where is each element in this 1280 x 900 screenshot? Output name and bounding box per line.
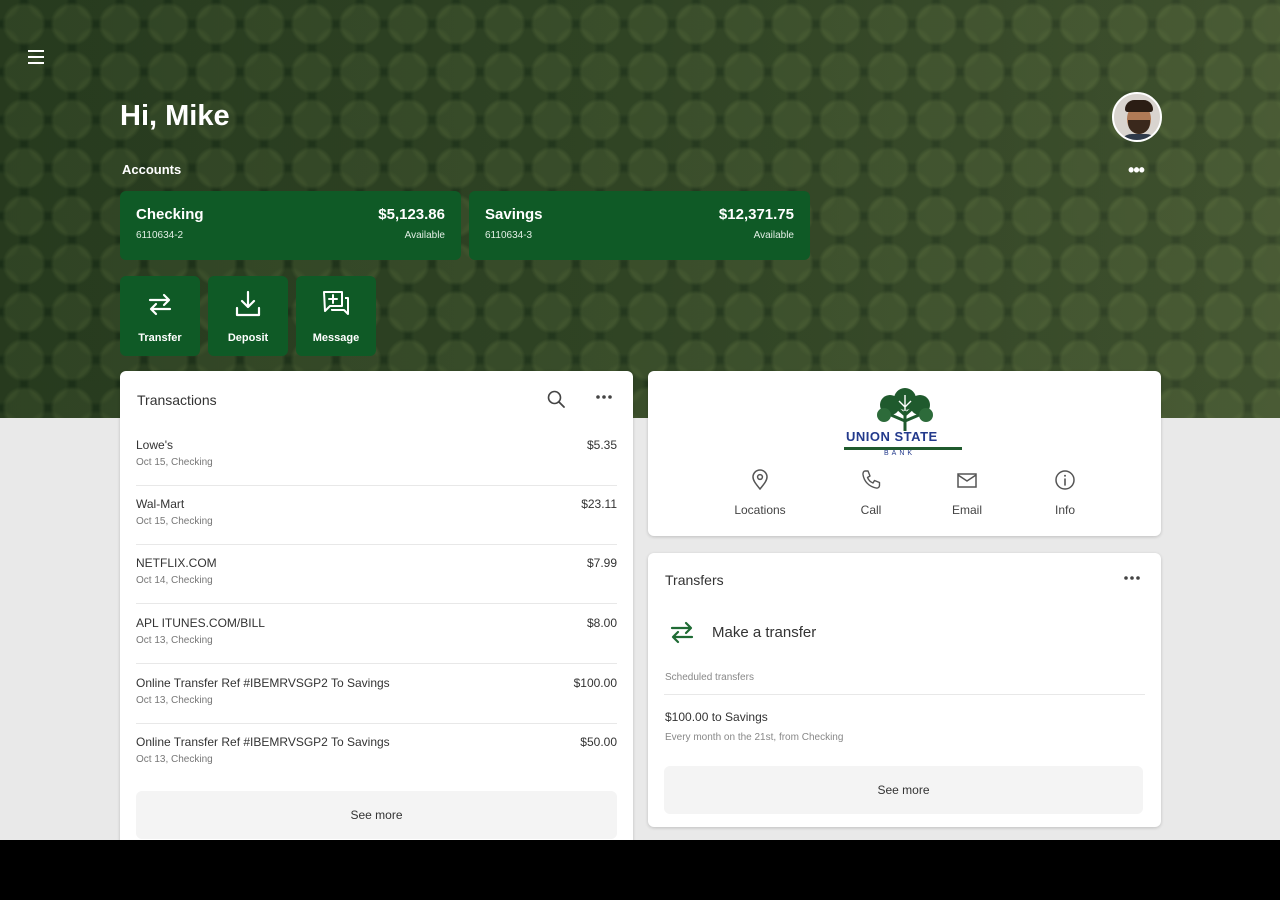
account-balance: $12,371.75 [718, 206, 794, 223]
transactions-title: Transactions [137, 392, 217, 408]
chat-plus-icon [323, 291, 349, 315]
transaction-amount: $23.11 [581, 497, 617, 511]
transactions-see-more-button[interactable]: See more [136, 791, 617, 839]
locations-link[interactable]: Locations [720, 468, 800, 520]
info-link[interactable]: Info [1025, 468, 1105, 520]
call-label: Call [860, 503, 882, 517]
account-status: Available [753, 230, 794, 241]
transfers-title: Transfers [665, 572, 724, 588]
transaction-merchant: APL ITUNES.COM/BILL [136, 616, 265, 630]
email-icon [957, 473, 977, 488]
transaction-detail: Oct 13, Checking [136, 635, 213, 646]
transaction-detail: Oct 13, Checking [136, 754, 213, 765]
scheduled-transfers-label: Scheduled transfers [665, 672, 754, 683]
transaction-amount: $7.99 [586, 556, 617, 570]
email-label: Email [951, 503, 982, 517]
avatar[interactable] [1112, 92, 1162, 142]
make-transfer-button[interactable]: Make a transfer [664, 611, 1134, 655]
account-number: 6110634-2 [136, 230, 184, 241]
search-icon[interactable] [546, 389, 566, 409]
transfer-arrows-icon [148, 293, 172, 316]
deposit-button[interactable]: Deposit [208, 276, 288, 356]
app-window: Hi, Mike Accounts ••• Checking 6110634-2… [0, 0, 1280, 840]
transfers-card: Transfers Make a transfer Scheduled tran… [648, 553, 1161, 827]
transaction-amount: $50.00 [580, 735, 617, 749]
transactions-card: Transactions Lowe's Oct 15, Checking $5.… [120, 371, 633, 840]
transaction-row[interactable]: NETFLIX.COM Oct 14, Checking $7.99 [136, 545, 617, 604]
transaction-amount: $5.35 [586, 438, 617, 452]
transfer-label: Transfer [138, 332, 182, 344]
transaction-detail: Oct 14, Checking [136, 575, 213, 586]
account-number: 6110634-3 [485, 230, 533, 241]
info-icon [1055, 470, 1075, 490]
accounts-label: Accounts [122, 162, 182, 177]
hamburger-icon[interactable] [26, 47, 46, 67]
transaction-merchant: Lowe's [136, 438, 173, 452]
call-link[interactable]: Call [831, 468, 911, 520]
scheduled-transfer-item[interactable]: $100.00 to Savings Every month on the 21… [665, 710, 843, 743]
transaction-row[interactable]: Online Transfer Ref #IBEMRVSGP2 To Savin… [136, 665, 617, 724]
bank-logo: UNION STATE BANK [844, 385, 966, 457]
transaction-amount: $8.00 [586, 616, 617, 630]
transfers-see-more-button[interactable]: See more [664, 766, 1143, 814]
scheduled-transfer-subtitle: Every month on the 21st, from Checking [665, 732, 844, 743]
more-horizontal-icon[interactable]: ••• [1124, 160, 1148, 180]
account-name: Savings [485, 206, 543, 223]
transaction-merchant: Online Transfer Ref #IBEMRVSGP2 To Savin… [136, 676, 390, 690]
transaction-row[interactable]: Lowe's Oct 15, Checking $5.35 [136, 427, 617, 486]
transaction-detail: Oct 15, Checking [136, 516, 213, 527]
transfer-button[interactable]: Transfer [120, 276, 200, 356]
account-name: Checking [136, 206, 204, 223]
message-button[interactable]: Message [296, 276, 376, 356]
email-link[interactable]: Email [927, 468, 1007, 520]
info-label: Info [1054, 503, 1075, 517]
more-horizontal-icon[interactable] [1121, 570, 1143, 586]
transaction-merchant: NETFLIX.COM [136, 556, 217, 570]
account-card-savings[interactable]: Savings 6110634-3 $12,371.75 Available [469, 191, 810, 260]
transaction-row[interactable]: APL ITUNES.COM/BILL Oct 13, Checking $8.… [136, 605, 617, 664]
more-horizontal-icon[interactable] [593, 389, 615, 405]
account-balance: $5,123.86 [378, 206, 445, 223]
account-card-checking[interactable]: Checking 6110634-2 $5,123.86 Available [120, 191, 461, 260]
transaction-detail: Oct 15, Checking [136, 457, 213, 468]
bank-logo-text: UNION STATE [846, 429, 938, 444]
scheduled-transfer-title: $100.00 to Savings [665, 710, 768, 724]
phone-icon [862, 470, 881, 489]
transaction-row[interactable]: Online Transfer Ref #IBEMRVSGP2 To Savin… [136, 724, 617, 783]
make-transfer-label: Make a transfer [712, 624, 817, 641]
transaction-detail: Oct 13, Checking [136, 695, 213, 706]
transaction-amount: $100.00 [573, 676, 617, 690]
message-label: Message [312, 332, 360, 344]
bank-logo-tagline: BANK [884, 450, 916, 457]
tree-logo-icon [877, 388, 933, 431]
transfer-arrows-icon [670, 621, 694, 644]
bank-info-card: UNION STATE BANK Locations Call Email In… [648, 371, 1161, 536]
transaction-merchant: Wal-Mart [136, 497, 185, 511]
divider [664, 694, 1145, 695]
transaction-row[interactable]: Wal-Mart Oct 15, Checking $23.11 [136, 486, 617, 545]
transaction-merchant: Online Transfer Ref #IBEMRVSGP2 To Savin… [136, 735, 390, 749]
deposit-label: Deposit [227, 332, 269, 344]
account-status: Available [404, 230, 445, 241]
locations-label: Locations [734, 503, 786, 517]
download-tray-icon [235, 290, 261, 317]
greeting-title: Hi, Mike [120, 100, 230, 132]
location-pin-icon [752, 469, 768, 491]
